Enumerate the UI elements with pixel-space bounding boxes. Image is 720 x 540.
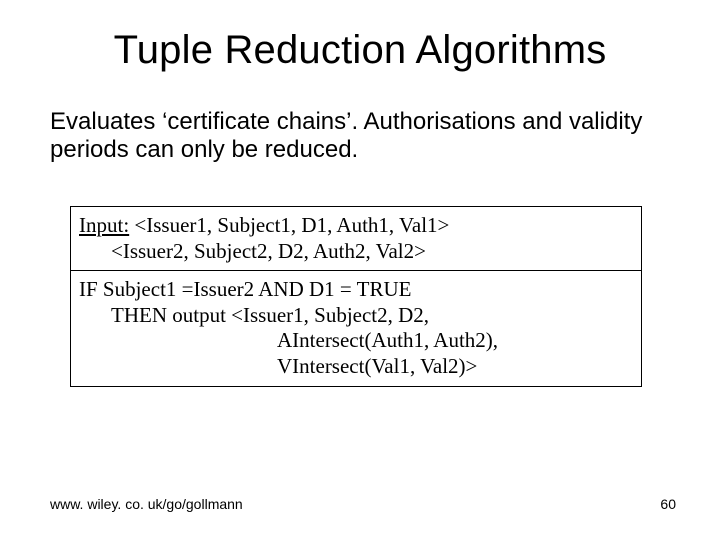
input-row: Input: <Issuer1, Subject1, D1, Auth1, Va…: [71, 207, 641, 271]
rule-row: IF Subject1 =Issuer2 AND D1 = TRUE THEN …: [71, 271, 641, 385]
rule-line2: THEN output <Issuer1, Subject2, D2,: [79, 303, 633, 329]
rule-line1: IF Subject1 =Issuer2 AND D1 = TRUE: [79, 277, 411, 301]
page-number: 60: [660, 496, 676, 512]
rule-line3: AIntersect(Auth1, Auth2),: [79, 328, 633, 354]
intro-text: Evaluates ‘certificate chains’. Authoris…: [50, 108, 660, 165]
input-label: Input:: [79, 213, 129, 237]
footer-url: www. wiley. co. uk/go/gollmann: [50, 496, 243, 512]
input-tuple1: <Issuer1, Subject1, D1, Auth1, Val1>: [129, 213, 449, 237]
rule-line4: VIntersect(Val1, Val2)>: [79, 354, 633, 380]
slide-title: Tuple Reduction Algorithms: [0, 28, 720, 73]
slide: Tuple Reduction Algorithms Evaluates ‘ce…: [0, 0, 720, 540]
algorithm-box: Input: <Issuer1, Subject1, D1, Auth1, Va…: [70, 206, 642, 387]
input-tuple2: <Issuer2, Subject2, D2, Auth2, Val2>: [79, 239, 633, 265]
